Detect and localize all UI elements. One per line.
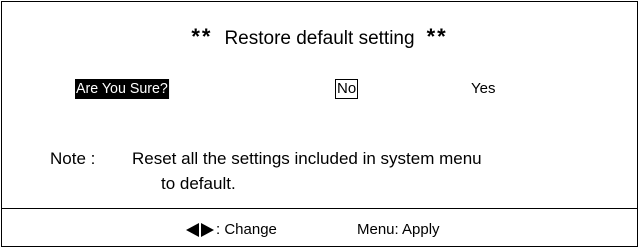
note-text-line1: Reset all the settings included in syste…: [132, 149, 482, 168]
title-prefix-stars: **: [191, 24, 213, 49]
menu-apply-hint: Menu: Apply: [357, 221, 440, 238]
title-text: Restore default setting: [224, 28, 415, 49]
title-suffix-stars: **: [426, 24, 448, 49]
left-right-arrows-icon: [186, 222, 214, 237]
option-yes-button[interactable]: Yes: [471, 80, 495, 98]
note-label: Note :: [50, 149, 96, 168]
restore-default-dialog: ** Restore default setting ** Are You Sure…: [1, 1, 638, 247]
note-text-line2: to default.: [161, 174, 236, 193]
option-no-button[interactable]: No: [335, 79, 359, 99]
dialog-title: ** Restore default setting **: [2, 24, 637, 50]
confirm-prompt: Are You Sure?: [75, 79, 169, 99]
footer-divider: [2, 208, 637, 209]
footer-change-hint: : Change: [186, 221, 277, 238]
change-label: : Change: [216, 221, 277, 238]
